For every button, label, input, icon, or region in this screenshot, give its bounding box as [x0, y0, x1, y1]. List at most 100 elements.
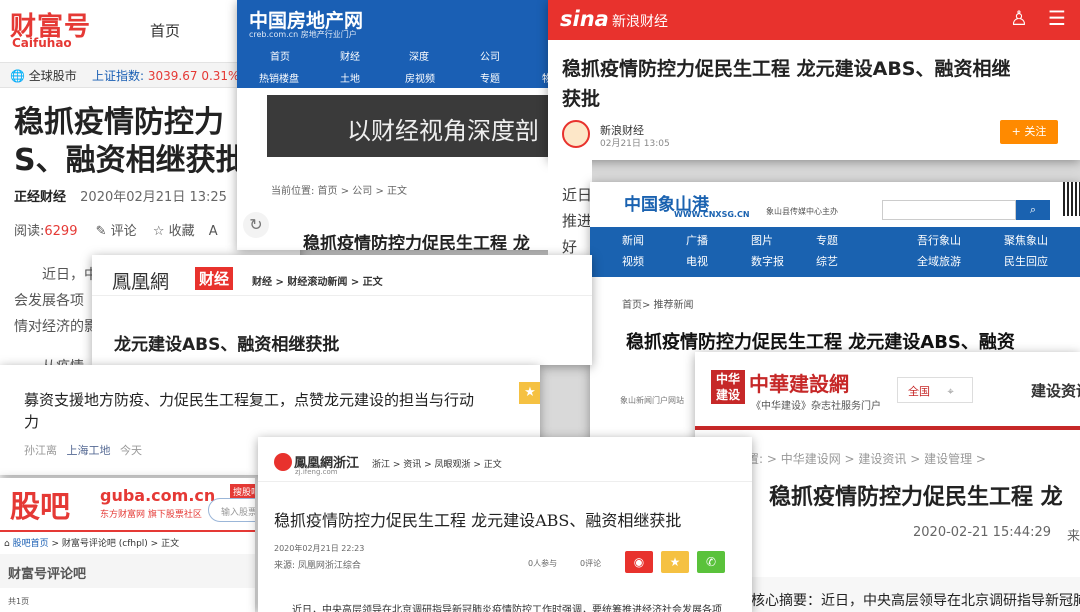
- publish-time: 02月21日 13:05: [600, 139, 670, 149]
- font-size-button[interactable]: A: [209, 224, 218, 239]
- breadcrumb: 财经 > 财经滚动新闻 > 正文: [252, 277, 383, 288]
- nav-walk-xiangshan[interactable]: 吾行象山: [917, 230, 961, 251]
- pencil-icon: ✎: [95, 224, 107, 239]
- account-name[interactable]: 上海工地: [67, 444, 111, 457]
- search-input[interactable]: 输入股票: [208, 498, 255, 522]
- creb-banner: 以财经视角深度剖: [267, 95, 560, 157]
- section-title[interactable]: 建设资讯: [1031, 380, 1080, 401]
- title-line-2: 获批: [562, 88, 601, 110]
- nav-epaper[interactable]: 数字报: [751, 251, 784, 272]
- creb-page: 中国房地产网 creb.com.cn 房地产行业门户 首页 财经 深度 公司 热…: [237, 0, 560, 250]
- nav-finance[interactable]: 财经: [340, 48, 360, 63]
- weibo-share-icon[interactable]: ◉: [625, 551, 653, 573]
- title-line-2: 力: [24, 413, 40, 431]
- chinajsw-logo-sub: 《中华建设》杂志社服务门户: [751, 401, 881, 412]
- title-line-1: 稳抓疫情防控力促民生工程 龙元建设ABS、融资相继: [562, 58, 1011, 80]
- divider: [695, 426, 1080, 430]
- nav-tourism[interactable]: 全域旅游: [917, 251, 961, 272]
- nav-variety[interactable]: 综艺: [816, 251, 838, 272]
- article-meta: 正经财经 2020年02月21日 13:25: [14, 186, 227, 205]
- index-change: 0.31%: [201, 69, 240, 83]
- favorite-label: 收藏: [168, 224, 195, 239]
- hot-tag[interactable]: 搜股吧: [230, 484, 255, 499]
- breadcrumb-home[interactable]: 股吧首页: [13, 539, 49, 549]
- nav-company[interactable]: 公司: [480, 48, 500, 63]
- participants-count[interactable]: 0人参与: [528, 558, 557, 569]
- index-ticker[interactable]: 上证指数: 3039.67 0.31% ↑: [92, 67, 253, 84]
- follow-button[interactable]: + 关注: [1000, 120, 1058, 144]
- guba-logo-sub: 东方财富网 旗下股票社区: [100, 510, 202, 520]
- cnxsg-logo-url: WWW.CNXSG.CN: [674, 210, 750, 219]
- ifeng-zj-logo-url: zj.ifeng.com: [295, 468, 338, 476]
- region-label: 全国: [908, 385, 930, 398]
- article-title: 龙元建设ABS、融资相继获批: [114, 335, 340, 355]
- nav-home-link[interactable]: 首页: [150, 20, 180, 41]
- ifeng-logo-tag[interactable]: 财经: [195, 267, 234, 290]
- qr-code: [1063, 182, 1080, 216]
- index-label: 上证指数:: [92, 69, 145, 83]
- sina-page: sina 新浪财经 ♙ ☰ 稳抓疫情防控力促民生工程 龙元建设ABS、融资相继 …: [548, 0, 1080, 160]
- nav-special[interactable]: 专题: [816, 230, 838, 251]
- nav-pictures[interactable]: 图片: [751, 230, 784, 251]
- cnxsg-logo-note: 象山县传媒中心主办: [766, 207, 838, 216]
- seal-logo: 中华建设: [711, 370, 745, 404]
- comments-count[interactable]: 0评论: [580, 558, 601, 569]
- author-name: 孙江离: [24, 444, 57, 457]
- publish-time: 今天: [120, 444, 142, 457]
- home-icon: ⌂: [4, 539, 10, 549]
- ifeng-zj-page: 鳳凰網浙江 zj.ifeng.com 浙江 > 资讯 > 凤眼观浙 > 正文 稳…: [258, 437, 752, 612]
- article-title: 稳抓疫情防控力促民生工程 龙元建设ABS、融资相继获批: [274, 511, 682, 530]
- nav-tv[interactable]: 电视: [686, 251, 708, 272]
- guba-page: 股吧 guba.com.cn 东方财富网 旗下股票社区 搜股吧 输入股票 ⌂ 股…: [0, 478, 255, 612]
- publish-time: 2020年02月21日 13:25: [80, 190, 227, 205]
- ifeng-phoenix-icon: [274, 453, 292, 471]
- nav-video[interactable]: 视频: [622, 251, 644, 272]
- breadcrumb: ⌂ 股吧首页 > 财富号评论吧 (cfhpl) > 正文: [4, 536, 179, 549]
- star-icon[interactable]: ★: [661, 551, 689, 573]
- chinajsw-page: 中华建设 中華建設網 《中华建设》杂志社服务门户 全国 ⌖ 建设资讯 置: > …: [695, 352, 1080, 612]
- article-title: 稳抓疫情防控力促民生工程 龙: [303, 234, 530, 250]
- wechat-share-icon[interactable]: ✆: [697, 551, 725, 573]
- divider: [0, 530, 255, 532]
- search-input[interactable]: [882, 200, 1016, 220]
- chinajsw-logo[interactable]: 中華建設網: [749, 368, 849, 397]
- nav-depth[interactable]: 深度: [409, 48, 429, 63]
- divider: [258, 481, 752, 482]
- ifeng-logo[interactable]: 鳳凰網: [112, 267, 169, 294]
- publish-time: 2020-02-21 15:44:29: [913, 525, 1052, 540]
- summary: 核心摘要：近日，中央高层领导在北京调研指导新冠肺: [751, 593, 1080, 609]
- source-name[interactable]: 正经财经: [14, 190, 66, 205]
- star-icon: ☆: [152, 224, 165, 239]
- article-actions: 阅读:6299 ✎ 评论 ☆ 收藏 A: [14, 220, 218, 239]
- author-avatar[interactable]: [562, 120, 590, 148]
- user-icon[interactable]: ♙: [1010, 6, 1028, 30]
- nav-radio[interactable]: 广播: [686, 230, 708, 251]
- star-icon[interactable]: ★: [519, 382, 540, 404]
- search-icon[interactable]: ⌕: [1016, 200, 1050, 220]
- channel-name[interactable]: 新浪财经: [612, 11, 668, 31]
- nav-land[interactable]: 土地: [340, 70, 360, 85]
- share-icon[interactable]: ↻: [243, 212, 269, 238]
- favorite-button[interactable]: ☆ 收藏: [153, 224, 195, 239]
- guba-logo[interactable]: 股吧: [10, 482, 70, 526]
- source-name: 象山新闻门户网站: [620, 396, 684, 405]
- nav-video[interactable]: 房视频: [405, 70, 435, 85]
- divider: [92, 295, 592, 296]
- nav-news[interactable]: 新闻: [622, 230, 644, 251]
- read-label: 阅读:: [14, 224, 45, 239]
- nav-home[interactable]: 首页: [270, 48, 290, 63]
- market-label[interactable]: 全球股市: [29, 69, 77, 83]
- sina-body-line-1: 近日: [562, 186, 593, 204]
- menu-icon[interactable]: ☰: [1048, 6, 1066, 30]
- nav-hot-property[interactable]: 热销楼盘: [259, 70, 299, 85]
- nav-focus[interactable]: 聚焦象山: [1004, 230, 1048, 251]
- breadcrumb: 置: > 中华建设网 > 建设资讯 > 建设管理 >: [747, 452, 986, 466]
- comment-button[interactable]: ✎ 评论: [96, 224, 137, 239]
- nav-livelihood[interactable]: 民生回应: [1004, 251, 1048, 272]
- region-selector[interactable]: 全国 ⌖: [897, 377, 973, 403]
- article-title: 稳抓疫情防控力促民生工程 龙: [769, 485, 1063, 510]
- nav-special[interactable]: 专题: [480, 70, 500, 85]
- sina-body-line-2: 推进: [562, 212, 593, 230]
- sina-logo[interactable]: sina: [560, 7, 609, 31]
- breadcrumb: 浙江 > 资讯 > 凤眼观浙 > 正文: [372, 460, 502, 470]
